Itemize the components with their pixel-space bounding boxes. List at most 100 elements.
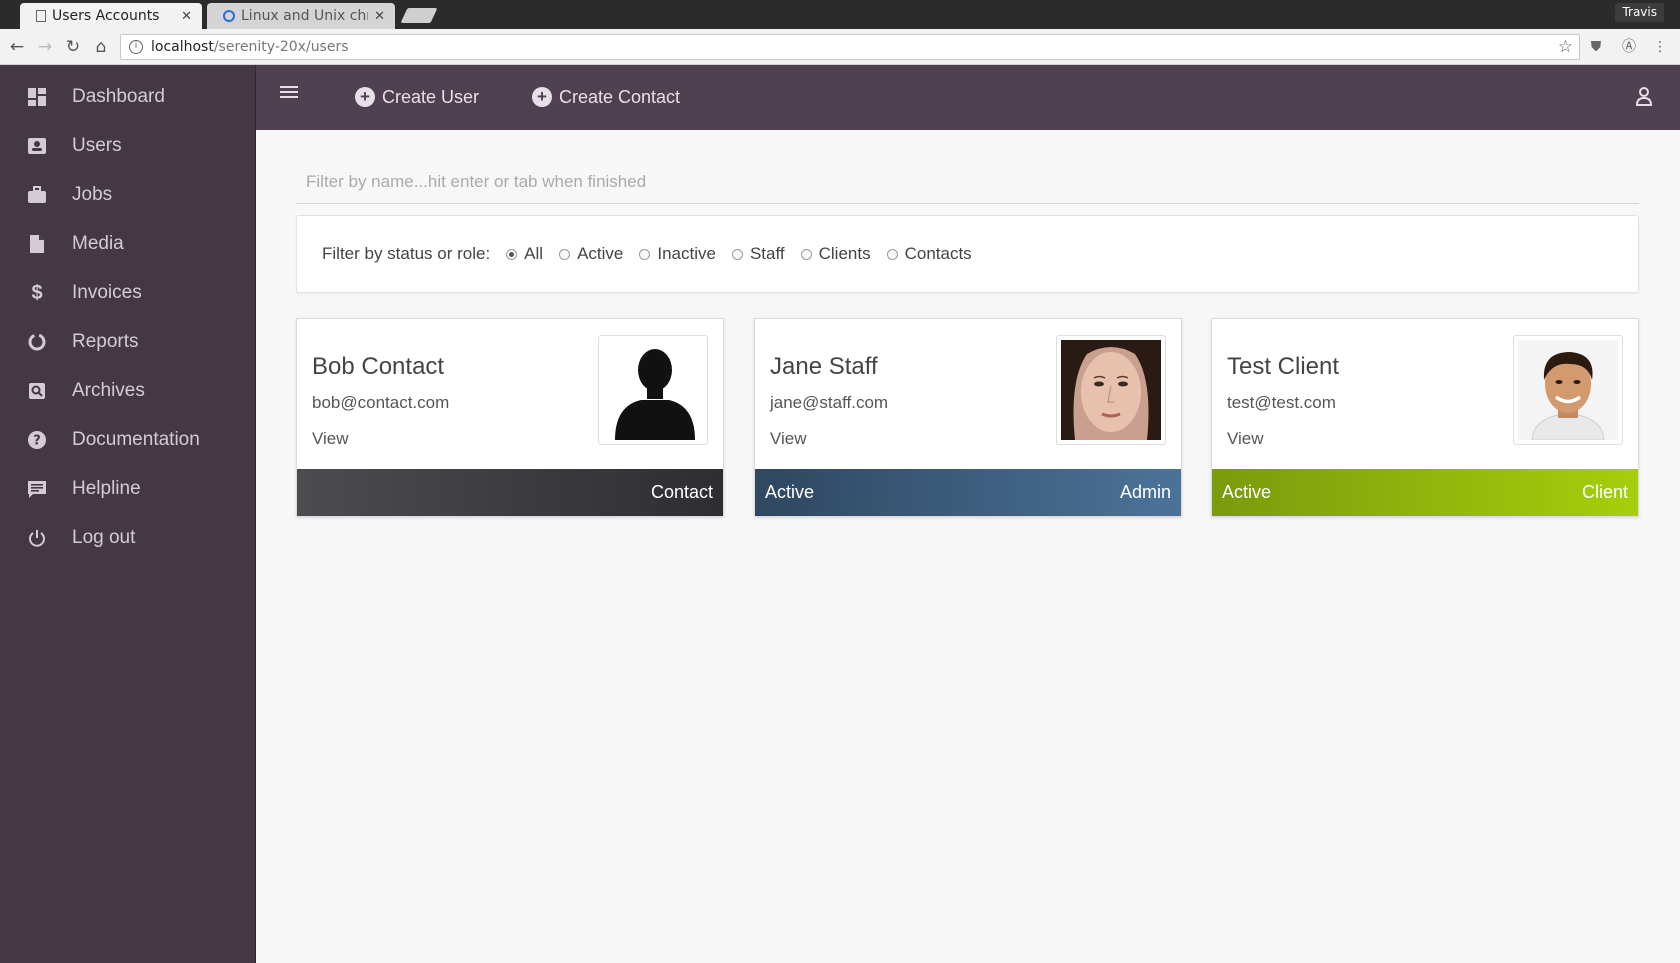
- site-favicon-icon: [223, 10, 235, 22]
- status-filter-label: Filter by status or role:: [322, 244, 491, 263]
- back-arrow-icon[interactable]: ←: [6, 36, 28, 58]
- browser-toolbar: ← → ↻ ⌂ i localhost/serenity-20x/users ☆…: [0, 29, 1680, 65]
- extension-shield-icon[interactable]: ⛊: [1586, 37, 1606, 57]
- radio-label: Staff: [749, 244, 785, 263]
- sidebar-item-archives[interactable]: Archives: [0, 369, 256, 413]
- user-name: Bob Contact: [312, 353, 445, 380]
- address-bar[interactable]: i localhost/serenity-20x/users ☆: [120, 34, 1580, 60]
- sidebar-item-label: Jobs: [72, 184, 113, 205]
- url-path: /serenity-20x/users: [213, 39, 349, 55]
- radio-active[interactable]: Active: [559, 244, 623, 264]
- radio-button[interactable]: [639, 248, 651, 260]
- browser-tab-users-accounts[interactable]: Users Accounts ✕: [20, 3, 202, 29]
- close-tab-icon[interactable]: ✕: [374, 9, 385, 24]
- chat-icon: [26, 478, 48, 500]
- card-footer: Active Admin: [755, 469, 1181, 516]
- radio-label: Contacts: [904, 244, 972, 263]
- radio-label: Active: [577, 244, 624, 263]
- sidebar-item-reports[interactable]: Reports: [0, 320, 256, 364]
- top-header: + Create User + Create Contact: [256, 65, 1680, 130]
- browser-tab-bar: Users Accounts ✕ Linux and Unix chm ✕ Tr…: [0, 0, 1680, 29]
- status-filter-panel: Filter by status or role: All Active Ina…: [296, 215, 1639, 293]
- silhouette-avatar-icon: [603, 340, 703, 440]
- user-account-icon[interactable]: [1634, 85, 1654, 107]
- male-photo-avatar: [1518, 340, 1618, 440]
- radio-button[interactable]: [886, 248, 898, 260]
- create-contact-label: Create Contact: [559, 86, 681, 107]
- sidebar-item-label: Log out: [72, 527, 136, 548]
- sidebar-item-label: Archives: [72, 380, 145, 401]
- sidebar-item-media[interactable]: Media: [0, 222, 256, 266]
- sidebar-item-log-out[interactable]: Log out: [0, 516, 256, 560]
- tab-title: Linux and Unix chm: [241, 8, 369, 24]
- extension-angular-icon[interactable]: Ⓐ: [1619, 37, 1639, 57]
- user-email: jane@staff.com: [770, 393, 889, 412]
- file-icon: [26, 233, 48, 255]
- name-filter-input[interactable]: [296, 160, 1639, 204]
- sidebar-item-label: Users: [72, 135, 122, 156]
- menu-toggle-icon[interactable]: [280, 86, 298, 100]
- avatar: [1056, 335, 1166, 445]
- user-role: Client: [1581, 482, 1628, 502]
- radio-staff[interactable]: Staff: [731, 244, 785, 264]
- view-user-link[interactable]: View: [770, 429, 807, 449]
- forward-arrow-icon[interactable]: →: [34, 36, 56, 58]
- info-icon[interactable]: i: [129, 40, 143, 54]
- radio-button[interactable]: [731, 248, 743, 260]
- help-icon: ?: [26, 429, 48, 451]
- browser-profile-button[interactable]: Travis: [1615, 3, 1664, 22]
- user-role: Admin: [1119, 482, 1171, 502]
- svg-text:?: ?: [33, 434, 41, 449]
- sidebar-item-label: Documentation: [72, 429, 200, 450]
- user-status: Active: [1222, 482, 1272, 502]
- user-email: bob@contact.com: [312, 393, 450, 412]
- sidebar-item-documentation[interactable]: ? Documentation: [0, 418, 256, 462]
- reload-icon[interactable]: ↻: [62, 36, 84, 58]
- sidebar-item-users[interactable]: Users: [0, 124, 256, 168]
- avatar: [1513, 335, 1623, 445]
- user-card-bob-contact: Bob Contact bob@contact.com View Contact: [296, 318, 724, 517]
- radio-inactive[interactable]: Inactive: [639, 244, 716, 264]
- sidebar-item-label: Media: [72, 233, 124, 254]
- view-user-link[interactable]: View: [312, 429, 349, 449]
- browser-menu-icon[interactable]: ⋮: [1650, 37, 1670, 57]
- sidebar-item-invoices[interactable]: $ Invoices: [0, 271, 256, 315]
- radio-label: Clients: [818, 244, 871, 263]
- radio-button[interactable]: [800, 248, 812, 260]
- radio-button[interactable]: [506, 248, 518, 260]
- briefcase-icon: [26, 184, 48, 206]
- sidebar-item-label: Dashboard: [72, 86, 165, 107]
- user-name: Test Client: [1227, 353, 1340, 380]
- tab-title: Users Accounts: [52, 8, 160, 24]
- bookmark-star-icon[interactable]: ☆: [1558, 37, 1573, 57]
- sidebar-item-dashboard[interactable]: Dashboard: [0, 75, 256, 119]
- close-tab-icon[interactable]: ✕: [181, 9, 192, 24]
- sidebar-item-helpline[interactable]: Helpline: [0, 467, 256, 511]
- home-icon[interactable]: ⌂: [90, 36, 112, 58]
- create-user-button[interactable]: + Create User: [355, 83, 479, 111]
- archive-search-icon: [26, 380, 48, 402]
- user-status: Active: [765, 482, 815, 502]
- user-email: test@test.com: [1227, 393, 1336, 412]
- radio-contacts[interactable]: Contacts: [886, 244, 972, 264]
- sidebar-item-label: Reports: [72, 331, 139, 352]
- radio-clients[interactable]: Clients: [800, 244, 871, 264]
- radio-all[interactable]: All: [506, 244, 543, 264]
- power-icon: [26, 527, 48, 549]
- view-user-link[interactable]: View: [1227, 429, 1264, 449]
- radio-button[interactable]: [559, 248, 571, 260]
- create-contact-button[interactable]: + Create Contact: [532, 83, 680, 111]
- browser-tab-linux-unix[interactable]: Linux and Unix chm ✕: [207, 3, 395, 29]
- page-icon: [36, 10, 46, 22]
- user-name: Jane Staff: [770, 353, 878, 380]
- new-tab-button[interactable]: [400, 8, 438, 23]
- sidebar-item-jobs[interactable]: Jobs: [0, 173, 256, 217]
- create-user-label: Create User: [382, 86, 480, 107]
- user-card-test-client: Test Client test@test.com View Active Cl…: [1211, 318, 1639, 517]
- url-host: localhost: [151, 39, 214, 55]
- card-footer: Active Client: [1212, 469, 1638, 516]
- sidebar: Dashboard Users Jobs Media $ Invoices Re…: [0, 65, 256, 963]
- plus-circle-icon: +: [532, 87, 552, 107]
- avatar: [598, 335, 708, 445]
- dollar-icon: $: [31, 281, 43, 304]
